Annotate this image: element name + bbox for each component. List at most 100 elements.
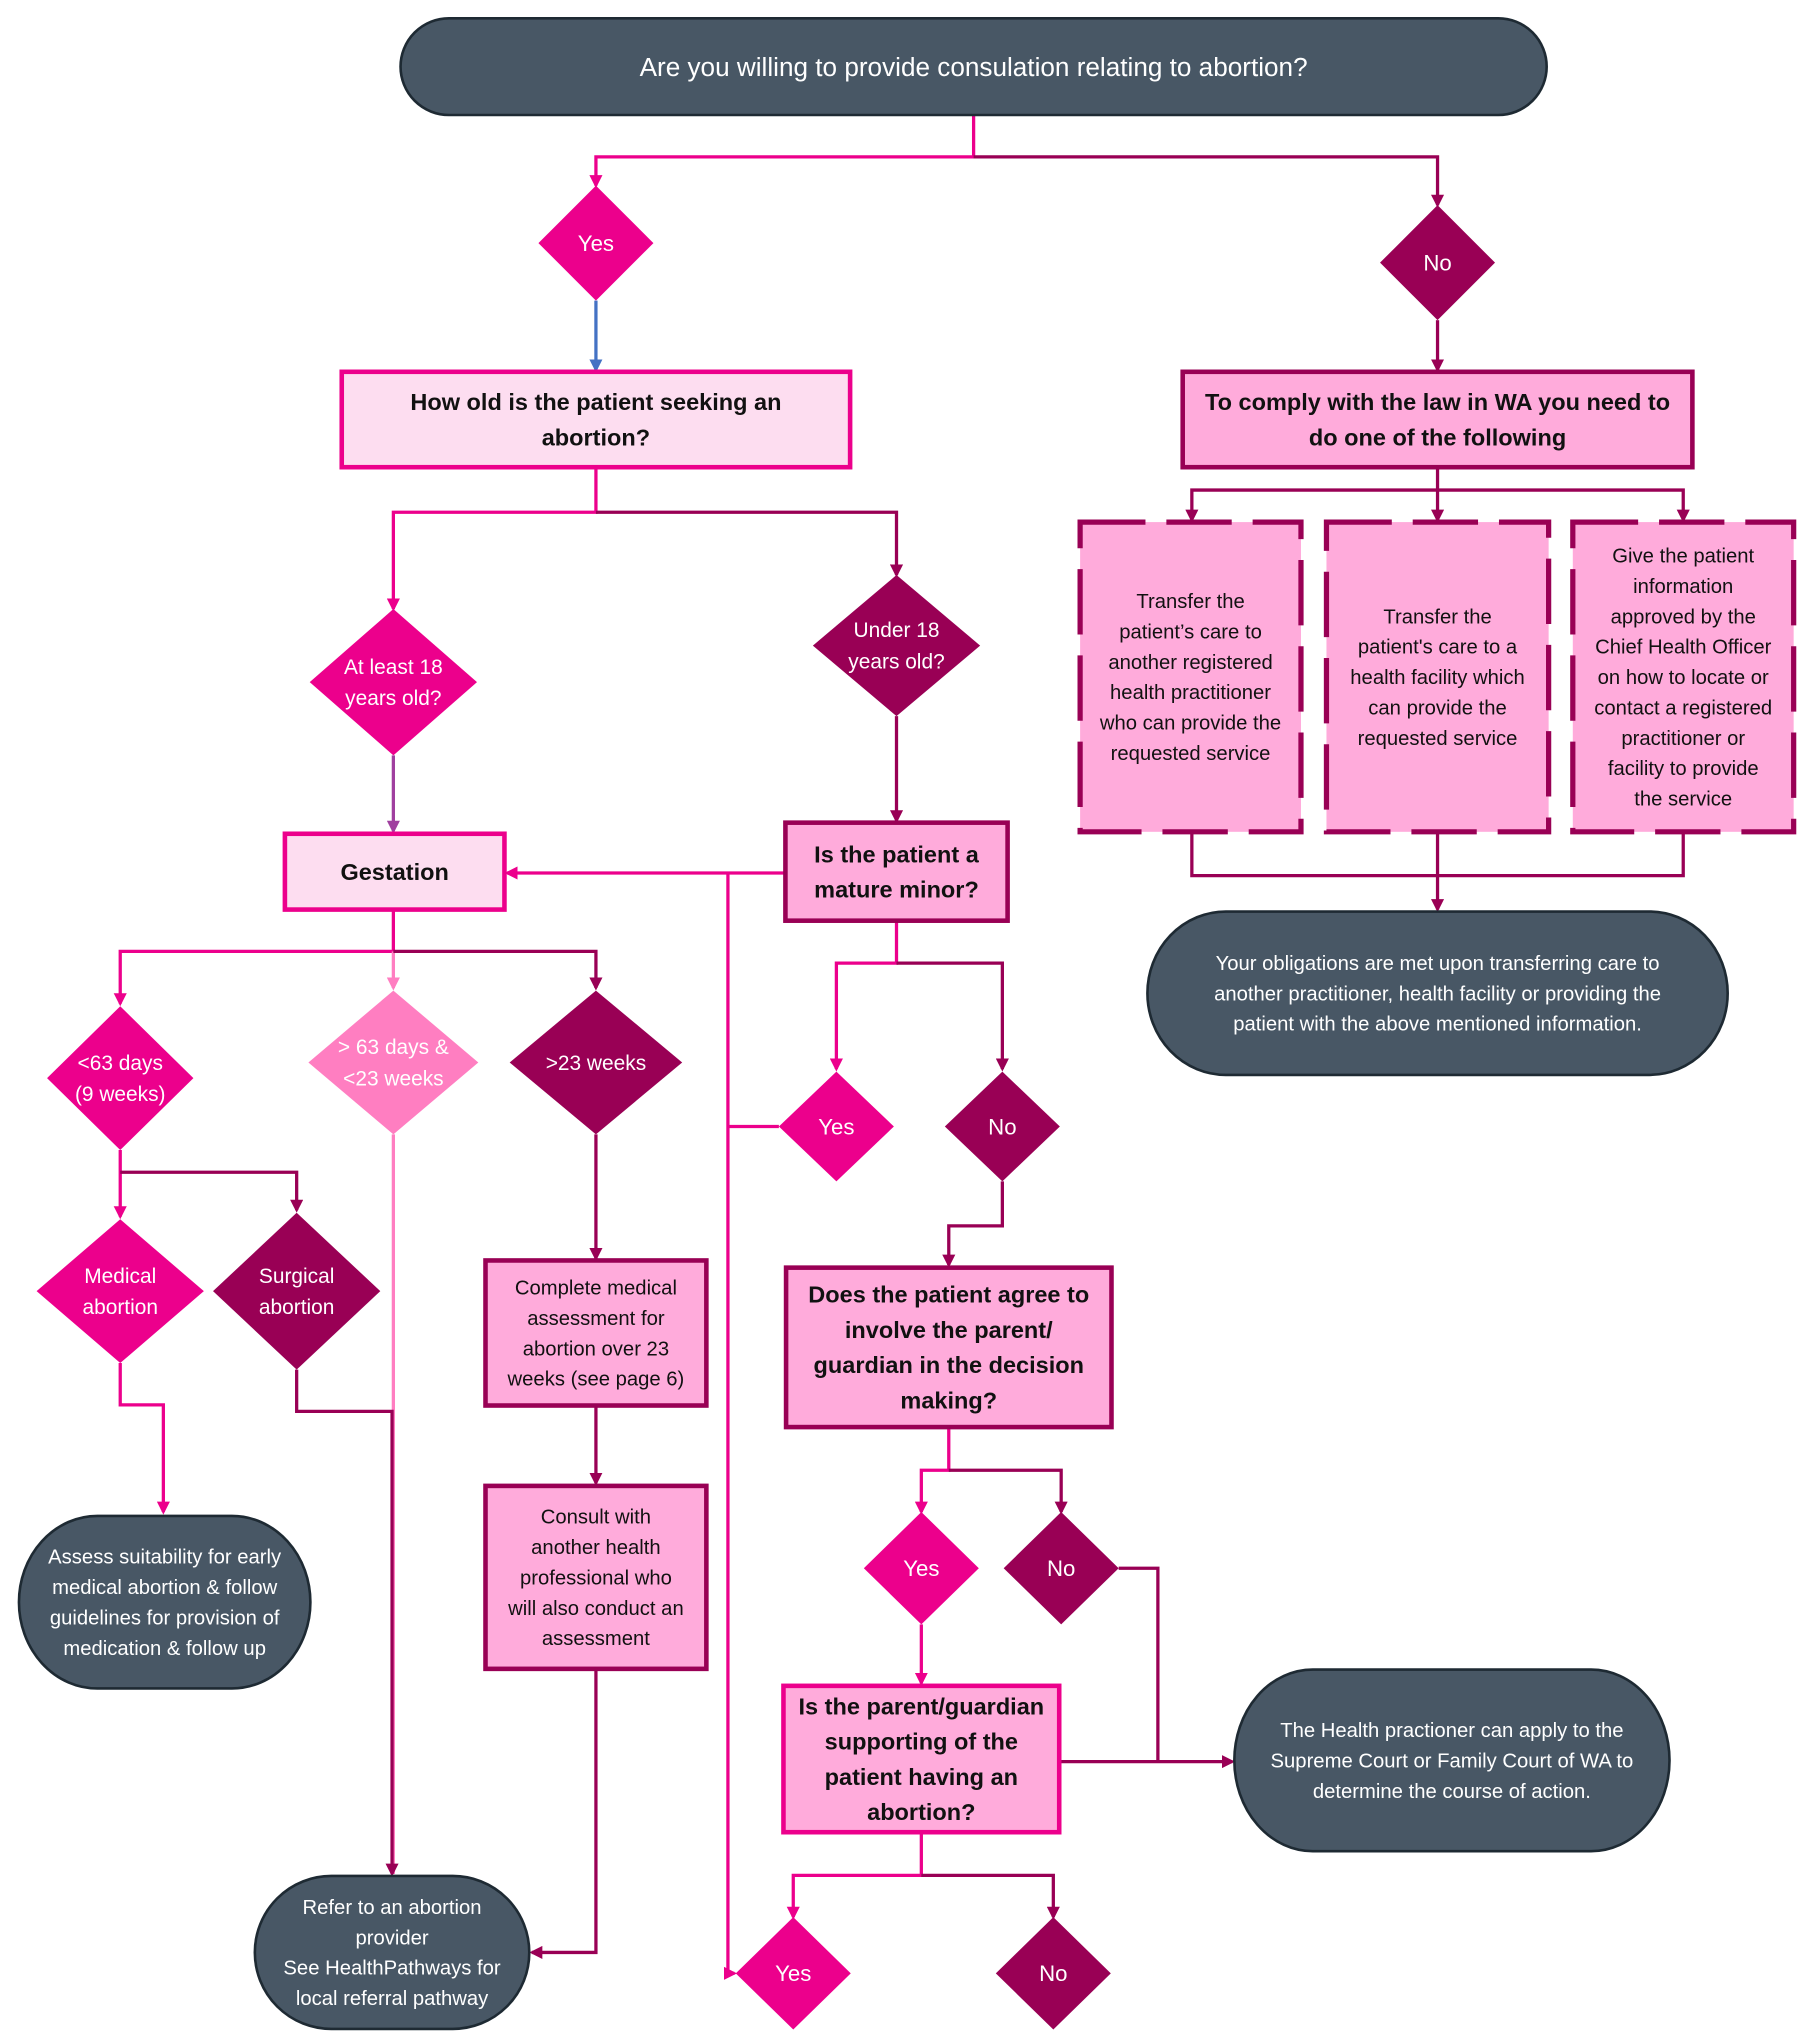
mature-minor-label-line: Is the patient a bbox=[814, 841, 980, 867]
court-label: The Health practioner can apply to the Su… bbox=[1271, 1720, 1634, 1803]
assess-suitability-terminator-shape bbox=[17, 1514, 312, 1690]
at-least-18-label-line: At least 18 bbox=[344, 656, 443, 679]
connector-arrow bbox=[921, 1873, 1060, 1920]
consult-professional-label-line: Consult with bbox=[541, 1507, 651, 1529]
involve-parent-label-line: involve the parent/ bbox=[845, 1317, 1053, 1343]
involve-yes-node: Yes bbox=[863, 1512, 979, 1625]
connector-arrow bbox=[1437, 488, 1690, 523]
parent-supporting-label-line: patient having an bbox=[825, 1764, 1018, 1790]
connector-arrow bbox=[295, 1369, 399, 1877]
assess-suitability-label-line: Assess suitability for early bbox=[48, 1547, 282, 1569]
support-no-node: No bbox=[995, 1917, 1111, 2030]
surgical-abortion-node: Surgical abortion bbox=[213, 1212, 381, 1370]
option-give-info-label-line: contact a registered bbox=[1594, 697, 1772, 719]
option-give-info-label-line: on how to locate or bbox=[1598, 667, 1769, 689]
refer-provider-label-line: Refer to an abortion bbox=[303, 1897, 482, 1919]
complete-assessment-label-line: Complete medical bbox=[515, 1278, 677, 1300]
gestation-node: Gestation bbox=[282, 831, 507, 912]
medical-abortion-label-line: abortion bbox=[82, 1296, 158, 1319]
option-transfer-facility-node: Transfer the patient's care to a health fa… bbox=[1323, 519, 1552, 835]
connector-arrow bbox=[724, 872, 738, 1980]
mature-yes-label: Yes bbox=[818, 1114, 854, 1139]
involve-parent-label-line: guardian in the decision bbox=[814, 1352, 1084, 1378]
surgical-abortion-label-line: abortion bbox=[259, 1296, 335, 1319]
involve-parent-node: Does the patient agree to involve the par… bbox=[783, 1265, 1114, 1430]
option-give-info-label-line: practitioner or bbox=[1621, 728, 1745, 750]
connector-arrow bbox=[948, 1468, 1068, 1515]
consult-professional-label-line: assessment bbox=[542, 1628, 650, 1650]
gt23-label-line: >23 weeks bbox=[546, 1052, 646, 1075]
mature-minor-label-line: mature minor? bbox=[814, 877, 979, 903]
support-yes-node: Yes bbox=[735, 1917, 851, 2030]
option-transfer-practitioner-process-box bbox=[1077, 519, 1304, 835]
connector-arrow bbox=[386, 467, 598, 612]
comply-law-label-line: do one of the following bbox=[1309, 424, 1566, 450]
option-transfer-practitioner-label-line: patient’s care to bbox=[1119, 621, 1262, 643]
comply-law-node: To comply with the law in WA you need to… bbox=[1180, 369, 1695, 470]
court-label-line: Supreme Court or Family Court of WA to bbox=[1271, 1750, 1634, 1772]
obligations-met-label-line: Your obligations are met upon transferri… bbox=[1216, 953, 1660, 975]
option-give-info-label-line: approved by the bbox=[1611, 606, 1756, 628]
medical-abortion-label-line: Medical bbox=[84, 1265, 156, 1288]
obligations-met-label-line: another practitioner, health facility or… bbox=[1214, 983, 1661, 1005]
medical-abortion-decision-shape bbox=[36, 1219, 204, 1364]
surgical-abortion-label-line: Surgical bbox=[259, 1265, 334, 1288]
lt63-label-line: <63 days bbox=[78, 1052, 163, 1075]
option-transfer-practitioner-label-line: health practitioner bbox=[1110, 682, 1271, 704]
mature-no-label-line: No bbox=[988, 1114, 1016, 1139]
refer-provider-label-line: local referral pathway bbox=[296, 1988, 489, 2010]
support-no-label: No bbox=[1039, 1961, 1067, 1986]
under-18-decision-shape bbox=[812, 575, 981, 717]
court-label-line: The Health practioner can apply to the bbox=[1280, 1720, 1623, 1742]
connector-arrow bbox=[829, 921, 899, 1072]
court-node: The Health practioner can apply to the Su… bbox=[1233, 1668, 1671, 1853]
option-transfer-facility-label-line: Transfer the bbox=[1383, 606, 1491, 628]
connector-arrow bbox=[973, 155, 1445, 208]
option-transfer-practitioner-label-line: who can provide the bbox=[1099, 713, 1281, 735]
involve-parent-label-line: Does the patient agree to bbox=[808, 1282, 1089, 1308]
support-no-label-line: No bbox=[1039, 1961, 1067, 1986]
support-yes-label-line: Yes bbox=[775, 1961, 811, 1986]
option-transfer-practitioner-label-line: Transfer the bbox=[1136, 591, 1244, 613]
parent-supporting-label-line: abortion? bbox=[867, 1799, 975, 1825]
connector-arrow bbox=[1185, 467, 1440, 523]
option-transfer-facility-label-line: health facility which bbox=[1350, 667, 1524, 689]
connector-arrow bbox=[1118, 1566, 1160, 1762]
support-yes-label: Yes bbox=[775, 1961, 811, 1986]
gt23-label: >23 weeks bbox=[546, 1052, 646, 1075]
how-old-label-line: abortion? bbox=[542, 424, 650, 450]
involve-no-node: No bbox=[1003, 1512, 1119, 1625]
assess-suitability-label-line: medical abortion & follow bbox=[52, 1577, 277, 1599]
gt63-lt23-decision-shape bbox=[308, 990, 479, 1135]
connector-arrow bbox=[113, 909, 396, 1007]
mature-yes-label-line: Yes bbox=[818, 1114, 854, 1139]
option-transfer-facility-label-line: patient's care to a bbox=[1358, 637, 1518, 659]
start-label: Are you willing to provide consulation r… bbox=[640, 52, 1308, 82]
option-transfer-practitioner-node: Transfer the patient’s care to another reg… bbox=[1077, 519, 1304, 835]
mature-no-label: No bbox=[988, 1114, 1016, 1139]
option-give-info-label-line: the service bbox=[1634, 789, 1732, 811]
connector-arrow bbox=[595, 510, 904, 578]
at-least-18-decision-shape bbox=[309, 608, 478, 756]
assess-suitability-node: Assess suitability for early medical abor… bbox=[17, 1514, 312, 1690]
option-give-info-label-line: Chief Health Officer bbox=[1595, 637, 1772, 659]
complete-assessment-node: Complete medical assessment for abortion o… bbox=[483, 1258, 709, 1408]
comply-law-label-line: To comply with the law in WA you need to bbox=[1205, 389, 1670, 415]
abortion-consultation-flowchart: Are you willing to provide consulation r… bbox=[17, 16, 1797, 2031]
at-least-18-node: At least 18 years old? bbox=[309, 608, 478, 756]
gestation-label-line: Gestation bbox=[340, 859, 448, 885]
involve-yes-label-line: Yes bbox=[903, 1556, 939, 1581]
consult-professional-node: Consult with another health professional w… bbox=[483, 1483, 709, 1672]
lt63-decision-shape bbox=[47, 1006, 194, 1151]
start-node: Are you willing to provide consulation r… bbox=[399, 16, 1548, 117]
refer-provider-label-line: provider bbox=[355, 1927, 428, 1949]
option-transfer-facility-label-line: requested service bbox=[1358, 728, 1518, 750]
gestation-label: Gestation bbox=[340, 859, 448, 885]
consult-professional-label-line: professional who bbox=[520, 1567, 672, 1589]
consult-professional-label-line: another health bbox=[531, 1537, 660, 1559]
under-18-label-line: Under 18 bbox=[854, 619, 940, 642]
connector-arrow bbox=[529, 1668, 598, 1959]
mature-no-node: No bbox=[944, 1071, 1060, 1182]
parent-supporting-label-line: Is the parent/guardian bbox=[799, 1693, 1045, 1719]
option-transfer-facility-label-line: can provide the bbox=[1368, 697, 1506, 719]
